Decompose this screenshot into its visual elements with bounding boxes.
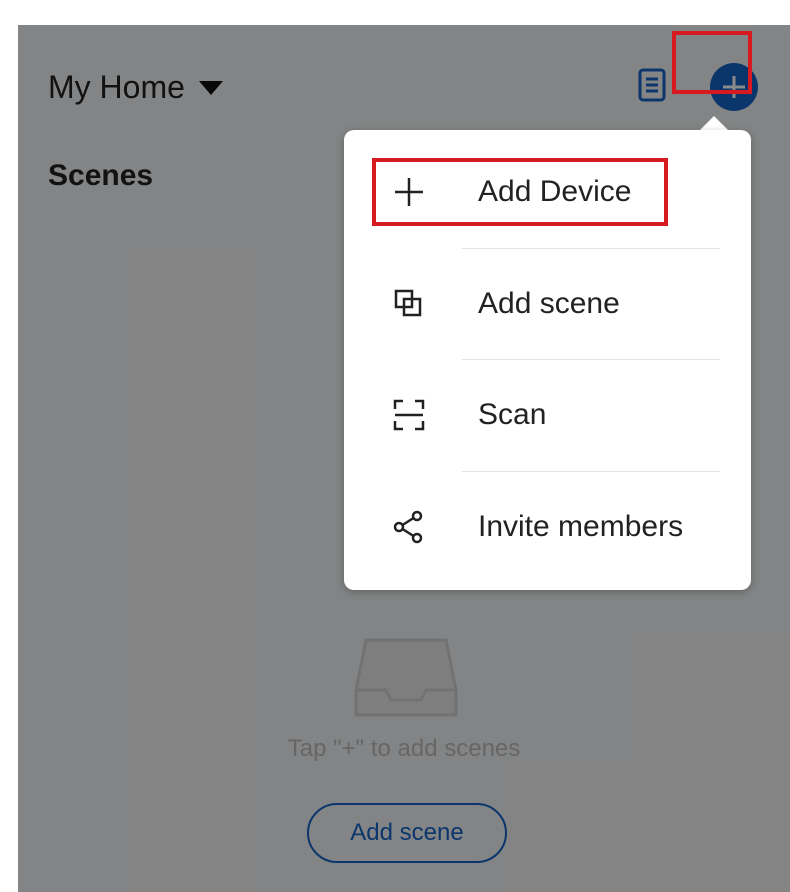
scene-icon [392, 287, 426, 321]
menu-item-label: Add scene [478, 287, 620, 320]
highlight-box-add-device [372, 158, 668, 226]
menu-item-label: Scan [478, 398, 547, 431]
share-icon [392, 510, 426, 544]
add-scene-button[interactable]: Add scene [307, 803, 507, 863]
highlight-box-plus-button [672, 31, 752, 94]
home-name: My Home [48, 69, 185, 105]
menu-item-label: Invite members [478, 510, 684, 543]
menu-item-scan[interactable]: Scan [344, 359, 751, 471]
empty-state-message: Tap "+" to add scenes [287, 735, 521, 762]
scan-icon [392, 398, 426, 432]
dropdown-caret-icon [198, 80, 223, 95]
scenes-heading: Scenes [48, 159, 154, 192]
home-selector[interactable]: My Home [48, 69, 223, 106]
document-list-icon[interactable] [638, 68, 666, 102]
menu-pointer [700, 116, 728, 130]
empty-tray-icon [354, 638, 458, 717]
menu-item-invite-members[interactable]: Invite members [344, 471, 751, 583]
menu-item-add-scene[interactable]: Add scene [344, 248, 751, 360]
